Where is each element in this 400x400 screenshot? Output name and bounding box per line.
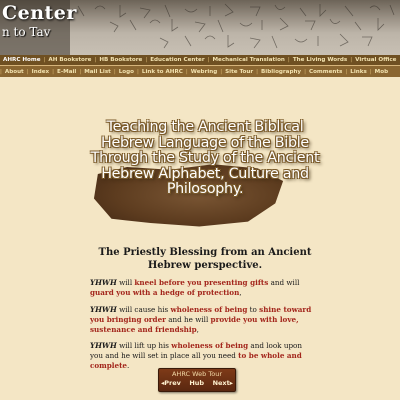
text: and will [268,278,300,287]
nav-about[interactable]: About [2,69,27,75]
nav-logo[interactable]: Logo [116,69,137,75]
hero-banner: Teaching the Ancient Biblical Hebrew Lan… [80,119,330,235]
text: will lift up his [116,341,172,350]
hero-tagline: Teaching the Ancient Biblical Hebrew Lan… [90,119,320,197]
text: , [239,287,242,297]
nav-mail-list[interactable]: Mail List [81,69,114,75]
primary-nav: AHRC Home | AH Bookstore | HB Bookstore | E… [0,55,400,65]
nav-index[interactable]: Index [29,69,52,75]
nav-comments[interactable]: Comments [306,69,345,75]
text: will [116,278,135,287]
web-tour-widget: AHRC Web Tour ◂Prev Hub Next▸ [158,368,236,392]
text: to [247,305,260,314]
blessing-paragraph-2: YHWH will cause his wholeness of being t… [90,305,315,334]
highlight-text: kneel before you presenting gifts [134,278,269,287]
nav-living-words[interactable]: The Living Words [290,57,350,63]
text: , [196,324,199,334]
text: will cause his [116,305,171,314]
nav-mechanical-translation[interactable]: Mechanical Translation [209,57,287,63]
tour-next-button[interactable]: Next▸ [213,379,233,387]
blessing-title: The Priestly Blessing from an Ancient He… [98,247,312,271]
nav-mob[interactable]: Mob [372,69,391,75]
highlight-text: wholeness of being [171,341,249,350]
text: . [127,360,130,370]
tour-prev-label: Prev [164,379,181,387]
yhwh-text: YHWH [90,341,117,350]
nav-webring[interactable]: Webring [188,69,220,75]
nav-virtual-office[interactable]: Virtual Office [352,57,399,63]
site-title: Center [2,2,77,24]
nav-bibliography[interactable]: Bibliography [258,69,304,75]
tour-next-label: Next [212,379,230,387]
nav-site-tour[interactable]: Site Tour [222,69,256,75]
arrow-right-icon: ▸ [229,379,233,387]
text: and he will [165,314,211,324]
highlight-text: guard you with a hedge of protection [90,287,240,297]
blessing-paragraph-1: YHWH will kneel before you presenting gi… [90,278,315,298]
web-tour-buttons: ◂Prev Hub Next▸ [161,379,233,387]
header-banner: Center n to Tav [0,0,400,55]
yhwh-text: YHWH [90,278,117,287]
nav-ah-bookstore[interactable]: AH Bookstore [45,57,94,63]
nav-links[interactable]: Links [347,69,370,75]
yhwh-text: YHWH [90,305,117,314]
nav-education-center[interactable]: Education Center [147,57,207,63]
nav-ahrc-home[interactable]: AHRC Home [0,57,44,63]
site-subtitle: n to Tav [2,25,51,39]
tour-hub-button[interactable]: Hub [189,379,204,387]
nav-link-to-ahrc[interactable]: Link to AHRC [139,69,186,75]
web-tour-title: AHRC Web Tour [171,370,222,378]
blessing-paragraph-3: YHWH will lift up his wholeness of being… [90,341,315,370]
nav-email[interactable]: E-Mail [54,69,79,75]
nav-hb-bookstore[interactable]: HB Bookstore [96,57,145,63]
tour-prev-button[interactable]: ◂Prev [161,379,181,387]
highlight-text: wholeness of being [170,305,248,314]
secondary-nav: | About | Index | E-Mail | Mail List | Logo | … [0,65,400,77]
